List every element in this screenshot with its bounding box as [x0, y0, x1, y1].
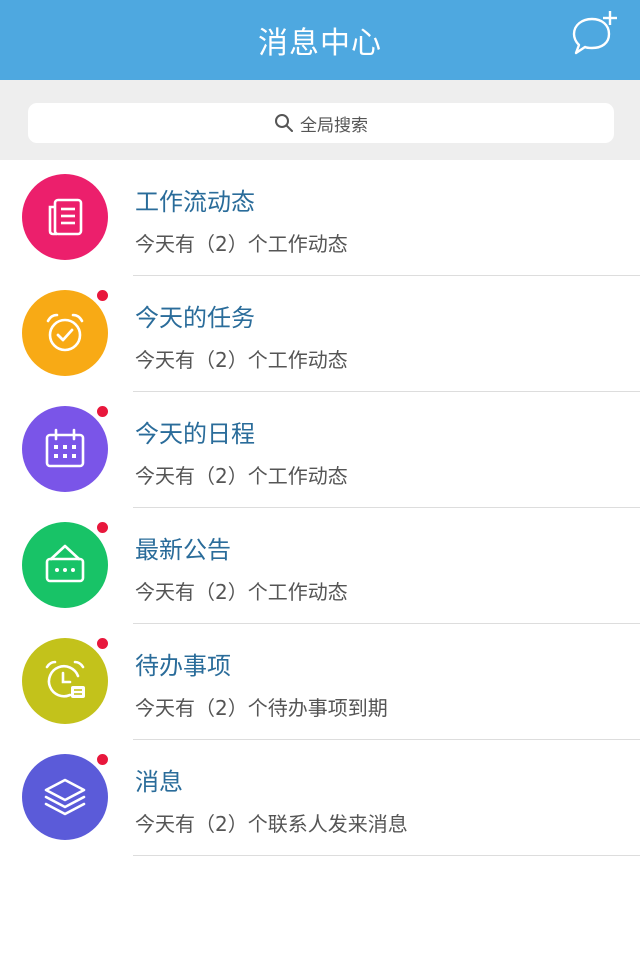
divider — [133, 855, 640, 856]
unread-badge — [95, 404, 110, 419]
chat-bubble-plus-icon — [572, 11, 617, 55]
avatar — [22, 288, 110, 376]
list-item-messages[interactable]: 消息 今天有（2）个联系人发来消息 — [0, 740, 640, 856]
calendar-icon — [45, 428, 85, 468]
item-title: 工作流动态 — [135, 188, 255, 216]
list-item-todo[interactable]: 待办事项 今天有（2）个待办事项到期 — [0, 624, 640, 740]
avatar — [22, 636, 110, 724]
avatar — [22, 404, 110, 492]
avatar — [22, 520, 110, 608]
item-subtitle: 今天有（2）个工作动态 — [135, 464, 348, 488]
avatar — [22, 752, 110, 840]
item-subtitle: 今天有（2）个工作动态 — [135, 232, 348, 256]
item-title: 最新公告 — [135, 536, 231, 564]
global-search-input[interactable]: 全局搜索 — [28, 103, 614, 143]
item-subtitle: 今天有（2）个联系人发来消息 — [135, 812, 408, 836]
item-title: 今天的任务 — [135, 304, 255, 332]
list-item-tasks[interactable]: 今天的任务 今天有（2）个工作动态 — [0, 276, 640, 392]
item-subtitle: 今天有（2）个工作动态 — [135, 348, 348, 372]
item-title: 待办事项 — [135, 652, 231, 680]
unread-badge — [95, 288, 110, 303]
message-list: 工作流动态 今天有（2）个工作动态 今天的任务 今天有（2）个工作动态 今天的日… — [0, 160, 640, 856]
search-placeholder: 全局搜索 — [300, 115, 368, 136]
item-subtitle: 今天有（2）个工作动态 — [135, 580, 348, 604]
search-icon — [274, 113, 294, 133]
item-subtitle: 今天有（2）个待办事项到期 — [135, 696, 388, 720]
list-item-announcement[interactable]: 最新公告 今天有（2）个工作动态 — [0, 508, 640, 624]
unread-badge — [95, 752, 110, 767]
header-bar: 消息中心 — [0, 0, 640, 80]
page-title: 消息中心 — [258, 26, 382, 61]
list-item-workflow[interactable]: 工作流动态 今天有（2）个工作动态 — [0, 160, 640, 276]
clock-card-icon — [45, 660, 85, 698]
unread-badge — [95, 520, 110, 535]
layers-icon — [44, 778, 86, 816]
document-list-icon — [48, 198, 83, 236]
avatar — [22, 174, 108, 260]
alarm-clock-check-icon — [46, 313, 84, 352]
notice-board-icon — [45, 544, 85, 583]
list-item-schedule[interactable]: 今天的日程 今天有（2）个工作动态 — [0, 392, 640, 508]
search-area: 全局搜索 — [0, 80, 640, 160]
new-message-button[interactable] — [566, 10, 620, 60]
unread-badge — [95, 636, 110, 651]
item-title: 消息 — [135, 768, 183, 796]
item-title: 今天的日程 — [135, 420, 255, 448]
